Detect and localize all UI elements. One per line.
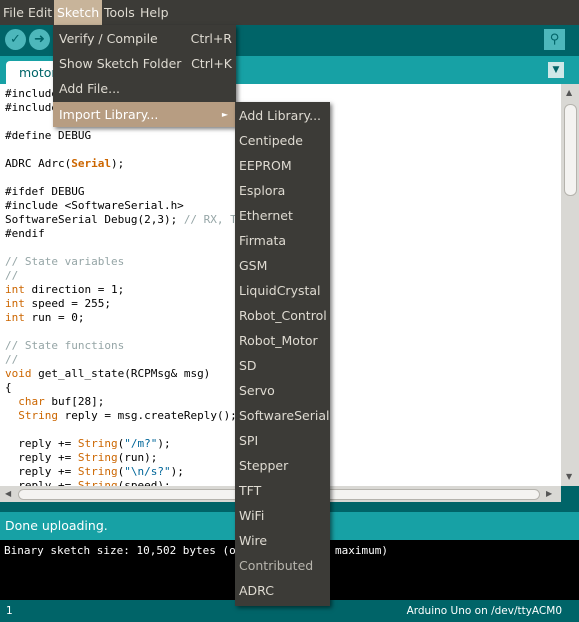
menu-tools[interactable]: Tools [101, 0, 138, 25]
console-output: Binary sketch size: 10,502 bytes (o [4, 544, 236, 557]
serial-monitor-icon[interactable]: ⚲ [544, 29, 565, 50]
menu-item-label: Import Library... [59, 107, 159, 122]
scroll-right-icon[interactable]: ▶ [546, 489, 552, 498]
library-item-spi[interactable]: SPI [239, 428, 258, 453]
library-item-ethernet[interactable]: Ethernet [239, 203, 293, 228]
library-section-header: Contributed [239, 558, 314, 573]
menu-item-add-file[interactable]: Add File... [53, 76, 236, 101]
menu-edit[interactable]: Edit [25, 0, 55, 25]
menu-item-import-library[interactable]: Import Library... ► [53, 102, 236, 127]
console-output-tail: maximum) [335, 544, 388, 557]
library-item-servo[interactable]: Servo [239, 378, 275, 403]
line-number: 1 [6, 605, 13, 617]
library-item-wire[interactable]: Wire [239, 528, 267, 553]
shortcut-label: Ctrl+R [190, 31, 232, 46]
vertical-scrollbar[interactable]: ▲ ▼ [561, 84, 579, 486]
library-item-adrc[interactable]: ADRC [239, 578, 274, 603]
library-item-firmata[interactable]: Firmata [239, 228, 286, 253]
library-item-sd[interactable]: SD [239, 353, 257, 378]
board-port: Arduino Uno on /dev/ttyACM0 [406, 605, 562, 617]
menu-item-label: Show Sketch Folder [59, 56, 182, 71]
library-item-softwareserial[interactable]: SoftwareSerial [239, 403, 329, 428]
library-item-gsm[interactable]: GSM [239, 253, 267, 278]
import-library-submenu: Add Library... Centipede EEPROM Esplora Ethe… [235, 102, 330, 606]
library-item-add-library[interactable]: Add Library... [239, 103, 321, 128]
library-item-centipede[interactable]: Centipede [239, 128, 303, 153]
scroll-up-icon[interactable]: ▲ [566, 88, 572, 97]
library-item-stepper[interactable]: Stepper [239, 453, 288, 478]
menu-item-label: Add File... [59, 81, 121, 96]
library-item-liquidcrystal[interactable]: LiquidCrystal [239, 278, 321, 303]
upload-icon[interactable]: ➜ [29, 29, 50, 50]
menubar: File Edit Sketch Tools Help [0, 0, 579, 25]
menu-sketch[interactable]: Sketch [54, 0, 103, 25]
submenu-arrow-icon: ► [221, 110, 228, 119]
shortcut-label: Ctrl+K [191, 56, 232, 71]
scroll-left-icon[interactable]: ◀ [5, 489, 11, 498]
library-item-eeprom[interactable]: EEPROM [239, 153, 292, 178]
library-item-esplora[interactable]: Esplora [239, 178, 285, 203]
vertical-scroll-thumb[interactable] [564, 104, 577, 196]
library-item-tft[interactable]: TFT [239, 478, 261, 503]
library-item-robot-control[interactable]: Robot_Control [239, 303, 327, 328]
menu-file[interactable]: File [0, 0, 27, 25]
library-item-wifi[interactable]: WiFi [239, 503, 264, 528]
library-item-robot-motor[interactable]: Robot_Motor [239, 328, 318, 353]
menu-item-verify-compile[interactable]: Verify / Compile Ctrl+R [53, 26, 236, 51]
verify-icon[interactable]: ✓ [5, 29, 26, 50]
menu-help[interactable]: Help [137, 0, 172, 25]
scroll-down-icon[interactable]: ▼ [566, 472, 572, 481]
sketch-menu: Verify / Compile Ctrl+R Show Sketch Fold… [53, 25, 236, 127]
menu-item-label: Verify / Compile [59, 31, 158, 46]
tab-menu-icon[interactable]: ▼ [548, 62, 564, 78]
menu-item-show-sketch-folder[interactable]: Show Sketch Folder Ctrl+K [53, 51, 236, 76]
